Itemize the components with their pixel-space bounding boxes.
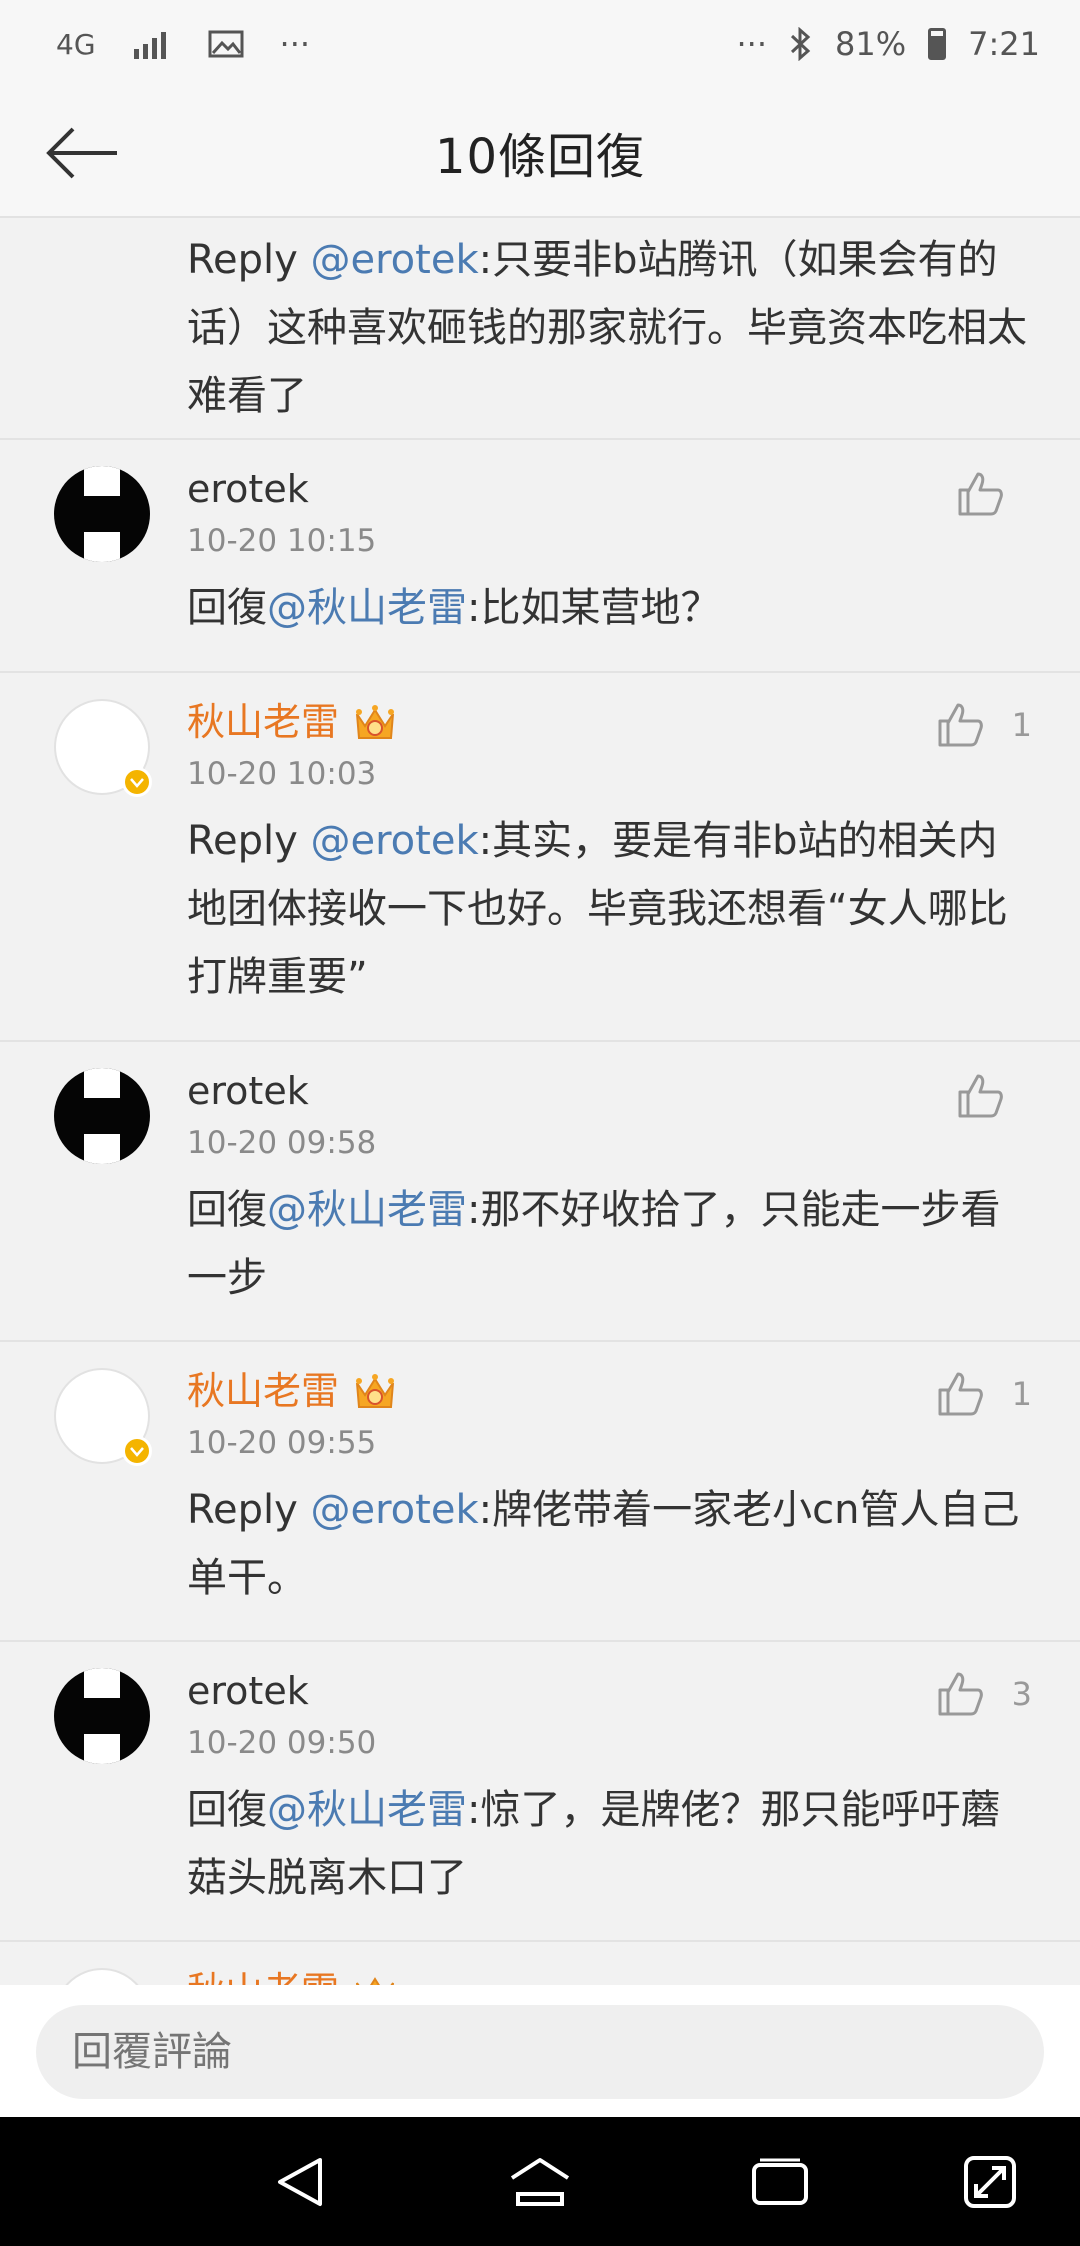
thumbs-up-icon (938, 703, 983, 747)
list-item: Reply @erotek:只要非b站腾讯（如果会有的话）这种喜欢砸钱的那家就行… (0, 220, 1080, 440)
mention-link[interactable]: @erotek (311, 237, 479, 283)
status-bar: 4G ··· ··· 81% 7:21 (0, 0, 1080, 88)
list-item[interactable]: 秋山老雷 10-20 09:55 Reply @erotek:牌佬带着一家老小c… (0, 1342, 1080, 1642)
timestamp: 10-20 09:55 (187, 1425, 377, 1461)
like-button[interactable]: 1 (936, 701, 1032, 749)
like-count: 1 (1011, 1375, 1032, 1413)
vip-crown-icon (356, 705, 395, 739)
status-left: 4G ··· (56, 25, 310, 63)
page-title: 10條回復 (434, 129, 646, 185)
username[interactable]: 秋山老雷 (187, 695, 1030, 749)
more-notifications: ··· (279, 25, 311, 63)
clock: 7:21 (968, 25, 1040, 63)
reply-bar (0, 1985, 1080, 2117)
comment-text: Reply @erotek:牌佬带着一家老小cn管人自己单干。 (187, 1487, 1020, 1601)
comment-text: 回復@秋山老雷:惊了，是牌佬？那只能呼吁蘑菇头脱离木口了 (187, 1787, 1001, 1901)
nav-back-button[interactable] (265, 2147, 335, 2217)
nav-recents-button[interactable] (745, 2147, 815, 2217)
network-label: 4G (56, 27, 96, 61)
like-button[interactable]: 1 (936, 1370, 1032, 1418)
comment-text: 回復@秋山老雷:比如某营地？ (187, 585, 721, 631)
thumbs-up-icon (958, 1074, 1003, 1118)
comment-text: Reply @erotek:只要非b站腾讯（如果会有的话）这种喜欢砸钱的那家就行… (187, 237, 1027, 419)
system-nav-bar (0, 2117, 1080, 2246)
avatar[interactable] (54, 466, 150, 562)
battery-percent: 81% (835, 25, 907, 63)
list-item[interactable]: erotek 10-20 09:58 回復@秋山老雷:那不好收拾了，只能走一步看… (0, 1042, 1080, 1342)
nav-expand-button[interactable] (955, 2147, 1025, 2217)
battery-icon (928, 28, 947, 60)
comment-text: 回復@秋山老雷:那不好收拾了，只能走一步看一步 (187, 1187, 1001, 1301)
username[interactable]: erotek (187, 1064, 1030, 1118)
avatar[interactable] (54, 699, 152, 797)
like-button[interactable]: 3 (936, 1670, 1032, 1718)
like-count: 1 (1011, 706, 1032, 744)
mention-link[interactable]: @erotek (311, 1487, 479, 1533)
image-icon (208, 30, 244, 58)
list-item[interactable]: erotek 10-20 09:50 回復@秋山老雷:惊了，是牌佬？那只能呼吁蘑… (0, 1642, 1080, 1942)
reply-input[interactable] (36, 2005, 1044, 2099)
verified-badge-icon (122, 1436, 152, 1466)
list-item[interactable]: 秋山老雷 (0, 1942, 1080, 1985)
back-button[interactable] (44, 118, 120, 188)
timestamp: 10-20 09:50 (187, 1725, 377, 1761)
nav-home-icon (510, 2158, 570, 2206)
avatar[interactable] (54, 1968, 150, 1985)
back-arrow-icon (46, 127, 117, 179)
timestamp: 10-20 09:58 (187, 1125, 377, 1161)
username[interactable]: erotek (187, 462, 1030, 516)
avatar-logo (76, 1668, 128, 1764)
mention-link[interactable]: @秋山老雷 (267, 1787, 467, 1833)
vip-crown-icon (356, 1374, 395, 1408)
avatar-logo (76, 1068, 128, 1164)
mention-link[interactable]: @秋山老雷 (267, 585, 467, 631)
like-count: 3 (1011, 1675, 1032, 1713)
expand-screen-icon (964, 2156, 1016, 2208)
nav-recents-icon (752, 2158, 808, 2205)
avatar[interactable] (54, 1368, 152, 1466)
mention-link[interactable]: @erotek (311, 818, 479, 864)
thumbs-up-icon (958, 472, 1003, 516)
signal-icon (133, 32, 166, 59)
timestamp: 10-20 10:15 (187, 523, 377, 559)
status-right: ··· 81% 7:21 (737, 25, 1041, 63)
more-status: ··· (736, 25, 768, 63)
mention-link[interactable]: @秋山老雷 (267, 1187, 467, 1233)
like-button[interactable] (956, 470, 1032, 518)
reply-list[interactable]: Reply @erotek:只要非b站腾讯（如果会有的话）这种喜欢砸钱的那家就行… (0, 220, 1080, 1985)
avatar[interactable] (54, 1068, 150, 1164)
like-button[interactable] (956, 1072, 1032, 1120)
username[interactable]: 秋山老雷 (187, 1964, 1030, 1985)
avatar-logo (76, 466, 128, 562)
avatar[interactable] (54, 1668, 150, 1764)
nav-home-button[interactable] (505, 2147, 575, 2217)
timestamp: 10-20 10:03 (187, 756, 377, 792)
comment-text: Reply @erotek:其实，要是有非b站的相关内地团体接收一下也好。毕竟我… (187, 818, 1008, 1000)
header: 10條回復 (0, 88, 1080, 218)
username[interactable]: erotek (187, 1664, 1030, 1718)
username[interactable]: 秋山老雷 (187, 1364, 1030, 1418)
verified-badge-icon (122, 767, 152, 797)
list-item[interactable]: 秋山老雷 10-20 10:03 Reply @erotek:其实，要是有非b站… (0, 673, 1080, 1042)
thumbs-up-icon (938, 1672, 983, 1716)
nav-back-icon (278, 2158, 322, 2206)
thumbs-up-icon (938, 1372, 983, 1416)
vip-crown-icon (356, 1977, 395, 1985)
list-item[interactable]: erotek 10-20 10:15 回復@秋山老雷:比如某营地？ (0, 440, 1080, 673)
bluetooth-icon (790, 27, 811, 61)
